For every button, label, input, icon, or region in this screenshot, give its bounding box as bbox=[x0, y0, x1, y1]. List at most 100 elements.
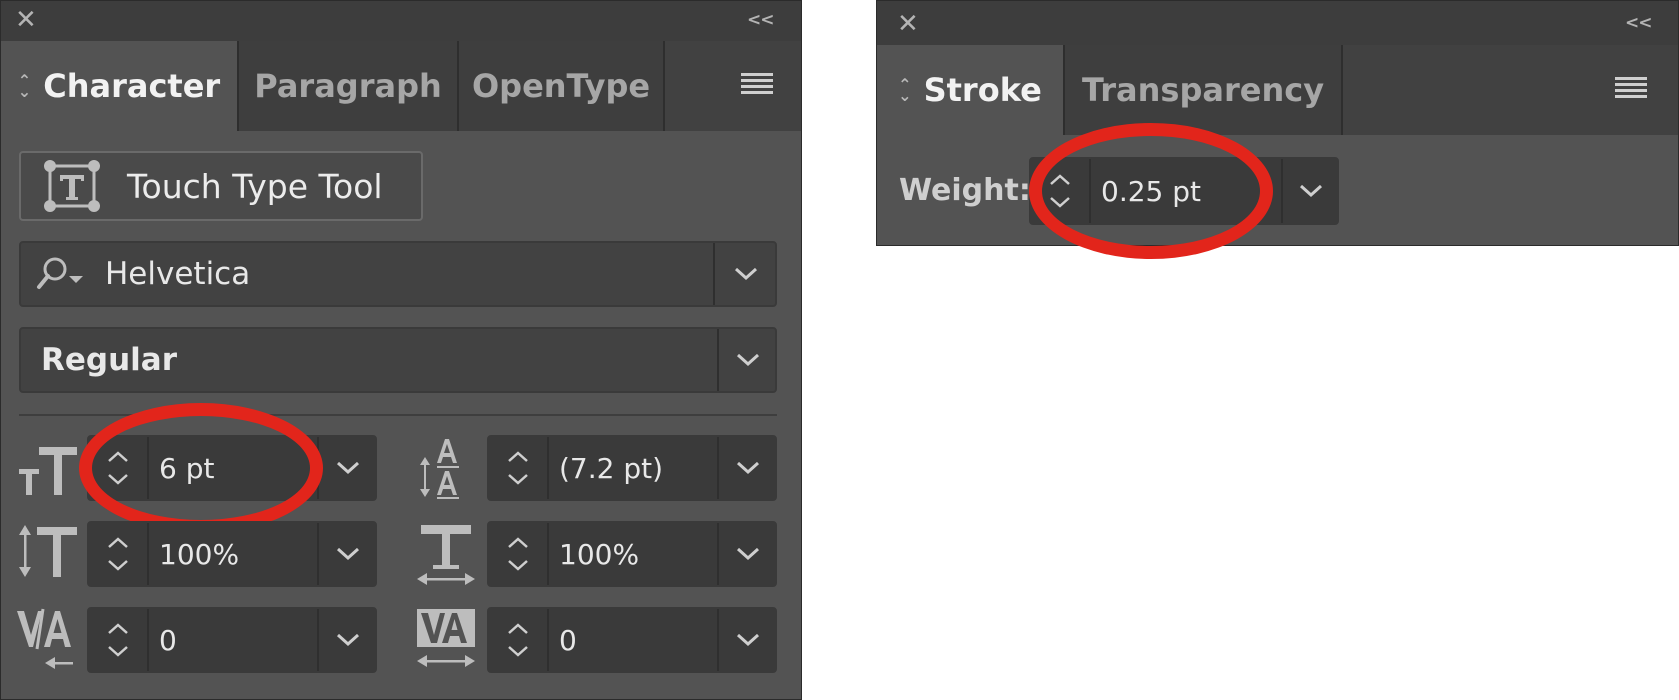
kerning-icon bbox=[15, 607, 79, 671]
chevron-down-icon bbox=[108, 646, 128, 657]
vertical-scale-stepper[interactable] bbox=[89, 523, 147, 585]
chevron-down-icon bbox=[734, 267, 758, 281]
horizontal-scale-value: 100% bbox=[559, 537, 640, 571]
chevron-up-icon bbox=[508, 623, 528, 634]
chevron-down-icon bbox=[736, 633, 760, 647]
tracking-dropdown[interactable] bbox=[717, 609, 777, 671]
kerning-value: 0 bbox=[159, 623, 177, 657]
close-icon[interactable]: ✕ bbox=[897, 11, 919, 37]
font-size-stepper[interactable] bbox=[89, 437, 147, 499]
leading-dropdown[interactable] bbox=[717, 437, 777, 499]
font-size-control[interactable]: 6 pt bbox=[87, 435, 377, 501]
stroke-panel: ✕ << ⌃ ⌄ Stroke Transparency Weight: 0.25… bbox=[876, 0, 1679, 259]
panel-menu-icon[interactable] bbox=[741, 73, 773, 97]
horizontal-scale-input[interactable]: 100% bbox=[547, 523, 719, 585]
touch-type-tool-label: Touch Type Tool bbox=[127, 166, 383, 206]
panel-menu-icon[interactable] bbox=[1615, 77, 1647, 101]
search-icon bbox=[37, 257, 83, 289]
close-icon[interactable]: ✕ bbox=[15, 7, 37, 33]
stroke-panel-titlebar: ✕ << bbox=[877, 1, 1678, 45]
chevron-up-icon bbox=[508, 537, 528, 548]
chevron-down-icon bbox=[736, 461, 760, 475]
section-divider bbox=[19, 414, 777, 416]
stroke-weight-stepper[interactable] bbox=[1031, 159, 1089, 223]
leading-stepper[interactable] bbox=[489, 437, 547, 499]
tracking-input[interactable]: 0 bbox=[547, 609, 719, 671]
leading-input[interactable]: (7.2 pt) bbox=[547, 437, 719, 499]
tracking-icon bbox=[415, 607, 477, 671]
stroke-tabbar: ⌃ ⌄ Stroke Transparency bbox=[877, 45, 1678, 135]
chevron-down-icon bbox=[1050, 197, 1070, 208]
stroke-weight-input[interactable]: 0.25 pt bbox=[1089, 159, 1283, 223]
leading-icon bbox=[417, 435, 475, 501]
tracking-control[interactable]: 0 bbox=[487, 607, 777, 673]
touch-type-tool-button[interactable]: Touch Type Tool bbox=[19, 151, 423, 221]
character-panel: ✕ << ⌃ ⌄ Character Paragraph OpenType Tou… bbox=[0, 0, 802, 700]
chevron-down-icon bbox=[108, 474, 128, 485]
tab-stroke[interactable]: ⌃ ⌄ Stroke bbox=[877, 45, 1065, 135]
chevron-down-icon bbox=[336, 633, 360, 647]
tab-transparency[interactable]: Transparency bbox=[1065, 45, 1343, 135]
kerning-control[interactable]: 0 bbox=[87, 607, 377, 673]
character-tabbar: ⌃ ⌄ Character Paragraph OpenType bbox=[1, 41, 801, 131]
chevron-down-icon bbox=[508, 646, 528, 657]
chevron-down-icon bbox=[736, 353, 760, 367]
collapse-icon[interactable]: << bbox=[747, 10, 774, 30]
tab-character[interactable]: ⌃ ⌄ Character bbox=[1, 41, 239, 131]
font-search-area: Helvetica bbox=[21, 243, 713, 305]
chevron-down-icon bbox=[508, 474, 528, 485]
font-style-dropdown[interactable] bbox=[717, 329, 777, 391]
horizontal-scale-dropdown[interactable] bbox=[717, 523, 777, 585]
font-size-value: 6 pt bbox=[159, 451, 215, 485]
chevron-up-icon bbox=[108, 537, 128, 548]
chevron-down-icon bbox=[1299, 184, 1323, 198]
touch-type-icon bbox=[44, 160, 100, 212]
leading-control[interactable]: (7.2 pt) bbox=[487, 435, 777, 501]
font-family-value: Helvetica bbox=[105, 256, 251, 292]
stroke-weight-control[interactable]: 0.25 pt bbox=[1029, 157, 1339, 225]
tab-character-label: Character bbox=[43, 67, 221, 105]
tab-updown-icon: ⌃ ⌄ bbox=[17, 70, 32, 101]
leading-value: (7.2 pt) bbox=[559, 451, 664, 485]
horizontal-scale-control[interactable]: 100% bbox=[487, 521, 777, 587]
vertical-scale-dropdown[interactable] bbox=[317, 523, 377, 585]
collapse-icon[interactable]: << bbox=[1625, 13, 1652, 33]
font-family-select[interactable]: Helvetica bbox=[19, 241, 777, 307]
vertical-scale-input[interactable]: 100% bbox=[147, 523, 319, 585]
vertical-scale-icon bbox=[17, 523, 79, 579]
chevron-up-icon bbox=[508, 451, 528, 462]
tab-transparency-label: Transparency bbox=[1081, 71, 1325, 109]
tab-opentype-label: OpenType bbox=[471, 67, 651, 105]
tab-updown-icon: ⌃ ⌄ bbox=[898, 74, 912, 105]
vertical-scale-control[interactable]: 100% bbox=[87, 521, 377, 587]
tab-opentype[interactable]: OpenType bbox=[459, 41, 665, 131]
chevron-down-icon bbox=[508, 560, 528, 571]
font-style-select[interactable]: Regular bbox=[19, 327, 777, 393]
chevron-down-icon bbox=[336, 461, 360, 475]
chevron-down-icon bbox=[736, 547, 760, 561]
chevron-down-icon bbox=[108, 560, 128, 571]
vertical-scale-value: 100% bbox=[159, 537, 240, 571]
stroke-weight-dropdown[interactable] bbox=[1281, 159, 1339, 223]
tab-paragraph[interactable]: Paragraph bbox=[239, 41, 459, 131]
font-size-input[interactable]: 6 pt bbox=[147, 437, 319, 499]
font-size-dropdown[interactable] bbox=[317, 437, 377, 499]
character-panel-titlebar: ✕ << bbox=[1, 1, 801, 41]
kerning-stepper[interactable] bbox=[89, 609, 147, 671]
font-style-value: Regular bbox=[41, 342, 177, 378]
chevron-down-icon bbox=[336, 547, 360, 561]
horizontal-scale-stepper[interactable] bbox=[489, 523, 547, 585]
kerning-dropdown[interactable] bbox=[317, 609, 377, 671]
tab-paragraph-label: Paragraph bbox=[254, 67, 442, 105]
horizontal-scale-icon bbox=[415, 521, 477, 587]
tab-stroke-label: Stroke bbox=[923, 71, 1042, 109]
tracking-value: 0 bbox=[559, 623, 577, 657]
weight-label: Weight: bbox=[899, 173, 1031, 208]
font-family-dropdown[interactable] bbox=[713, 243, 777, 305]
tracking-stepper[interactable] bbox=[489, 609, 547, 671]
chevron-up-icon bbox=[1050, 174, 1070, 185]
chevron-up-icon bbox=[108, 451, 128, 462]
font-size-icon bbox=[17, 441, 79, 497]
font-style-area: Regular bbox=[21, 329, 717, 391]
kerning-input[interactable]: 0 bbox=[147, 609, 319, 671]
